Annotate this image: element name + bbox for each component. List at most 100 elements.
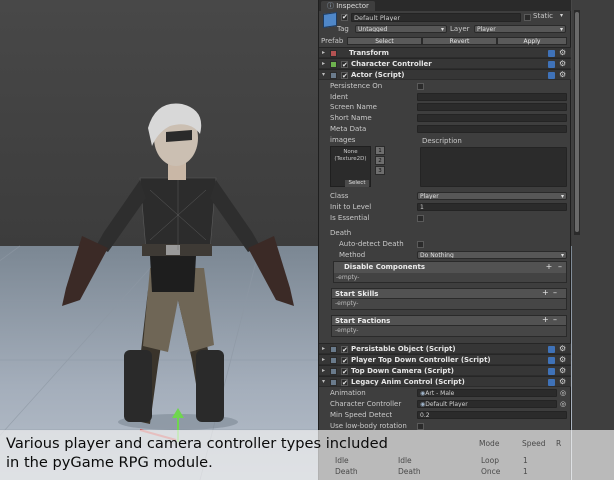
- object-name-field[interactable]: Default Player: [351, 13, 521, 22]
- object-active-checkbox[interactable]: [341, 13, 348, 21]
- meta-data-field[interactable]: [417, 125, 567, 133]
- ident-row: Ident: [319, 92, 571, 102]
- component-enabled-checkbox[interactable]: [341, 71, 348, 81]
- anim-row-mode[interactable]: Once: [481, 467, 500, 476]
- static-dropdown-icon[interactable]: ▾: [560, 12, 563, 19]
- help-book-icon[interactable]: [548, 368, 555, 375]
- fold-arrow-icon[interactable]: ▸: [322, 59, 325, 69]
- start-factions-remove-icon[interactable]: –: [553, 315, 557, 324]
- help-book-icon[interactable]: [548, 357, 555, 364]
- anim-row-speed[interactable]: 1: [523, 456, 528, 465]
- gear-icon[interactable]: ⚙: [559, 377, 566, 387]
- class-dropdown[interactable]: Player: [417, 192, 567, 200]
- component-enabled-checkbox[interactable]: [341, 367, 348, 377]
- script-icon: [330, 72, 337, 79]
- component-enabled-checkbox[interactable]: [341, 345, 348, 355]
- images-label: images: [330, 136, 356, 144]
- help-book-icon[interactable]: [548, 346, 555, 353]
- tag-label: Tag: [337, 25, 349, 33]
- ident-label: Ident: [330, 93, 348, 101]
- component-enabled-checkbox[interactable]: [341, 356, 348, 366]
- gear-icon[interactable]: ⚙: [559, 48, 566, 58]
- remove-icon[interactable]: –: [556, 263, 564, 271]
- gear-icon[interactable]: ⚙: [559, 366, 566, 376]
- caption-overlay: Mode Speed R Idle Idle Loop 1 Death Deat…: [0, 430, 614, 480]
- inspector-tab[interactable]: ⓘ Inspector: [321, 1, 375, 11]
- static-checkbox[interactable]: [524, 14, 531, 21]
- min-speed-field[interactable]: 0.2: [417, 411, 567, 419]
- layer-label: Layer: [450, 25, 470, 33]
- layer-dropdown[interactable]: Player: [474, 25, 566, 33]
- component-transform[interactable]: ▸ Transform ⚙: [319, 47, 571, 58]
- start-factions-add-icon[interactable]: +: [542, 315, 549, 324]
- low-body-checkbox[interactable]: [417, 423, 424, 430]
- init-level-label: Init to Level: [330, 203, 372, 211]
- animation-field[interactable]: ◉Art - Male: [417, 389, 557, 397]
- component-title: Persistable Object (Script): [351, 345, 456, 353]
- static-label: Static: [533, 12, 554, 20]
- anim-row-clip[interactable]: Idle: [398, 456, 412, 465]
- help-book-icon[interactable]: [548, 379, 555, 386]
- player-character[interactable]: [62, 103, 294, 431]
- anim-row-clip[interactable]: Death: [398, 467, 421, 476]
- fold-arrow-icon[interactable]: ▾: [322, 70, 325, 80]
- component-character-controller[interactable]: ▸ Character Controller ⚙: [319, 58, 571, 70]
- component-persistable-object[interactable]: ▸ Persistable Object (Script) ⚙: [319, 343, 571, 355]
- ident-field[interactable]: [417, 93, 567, 101]
- anim-speed-column-header: Speed: [522, 439, 546, 448]
- help-book-icon[interactable]: [548, 61, 555, 68]
- component-enabled-checkbox[interactable]: [341, 378, 348, 388]
- anim-row-mode[interactable]: Loop: [481, 456, 499, 465]
- add-icon[interactable]: +: [545, 263, 553, 271]
- auto-detect-checkbox[interactable]: [417, 241, 424, 248]
- texture-slot[interactable]: None (Texture2D) Select: [330, 146, 371, 187]
- texture-select-button[interactable]: Select: [345, 180, 369, 187]
- meta-data-row: Meta Data: [319, 124, 571, 134]
- object-picker-icon[interactable]: ◎: [560, 399, 566, 409]
- prefab-revert-button[interactable]: Revert: [422, 37, 497, 45]
- scrollbar-thumb[interactable]: [575, 12, 579, 232]
- char-controller-field[interactable]: ◉Default Player: [417, 400, 557, 408]
- component-player-top-down-controller[interactable]: ▸ Player Top Down Controller (Script) ⚙: [319, 354, 571, 366]
- gear-icon[interactable]: ⚙: [559, 70, 566, 80]
- gear-icon[interactable]: ⚙: [559, 355, 566, 365]
- gear-icon[interactable]: ⚙: [559, 59, 566, 69]
- component-title: Character Controller: [351, 60, 432, 68]
- image-slot-button-3[interactable]: 3: [375, 166, 385, 175]
- prefab-apply-button[interactable]: Apply: [497, 37, 567, 45]
- screen-name-label: Screen Name: [330, 103, 377, 111]
- method-dropdown[interactable]: Do Nothing: [417, 251, 567, 259]
- persistence-checkbox[interactable]: [417, 83, 424, 90]
- fold-arrow-icon[interactable]: ▾: [322, 377, 325, 387]
- short-name-field[interactable]: [417, 114, 567, 122]
- fold-arrow-icon[interactable]: ▸: [322, 48, 325, 58]
- start-skills-remove-icon[interactable]: –: [553, 288, 557, 297]
- screen-name-field[interactable]: [417, 103, 567, 111]
- component-top-down-camera[interactable]: ▸ Top Down Camera (Script) ⚙: [319, 365, 571, 377]
- texture-type-label: (Texture2D): [334, 156, 367, 162]
- gear-icon[interactable]: ⚙: [559, 344, 566, 354]
- fold-arrow-icon[interactable]: ▸: [322, 366, 325, 376]
- component-actor[interactable]: ▾ Actor (Script) ⚙: [319, 69, 571, 81]
- description-field[interactable]: [420, 147, 567, 187]
- anim-row-speed[interactable]: 1: [523, 467, 528, 476]
- start-factions-header: Start Factions: [331, 315, 567, 326]
- fold-arrow-icon[interactable]: ▸: [322, 355, 325, 365]
- char-controller-row: Character Controller ◉Default Player ◎: [319, 399, 571, 409]
- inspector-tab-bar: ⓘ Inspector: [319, 0, 571, 11]
- start-skills-add-icon[interactable]: +: [542, 288, 549, 297]
- tag-dropdown[interactable]: Untagged: [355, 25, 447, 33]
- help-book-icon[interactable]: [548, 72, 555, 79]
- meta-data-label: Meta Data: [330, 125, 367, 133]
- image-slot-button-1[interactable]: 1: [375, 146, 385, 155]
- help-book-icon[interactable]: [548, 50, 555, 57]
- class-row: Class Player: [319, 191, 571, 201]
- component-enabled-checkbox[interactable]: [341, 60, 348, 70]
- fold-arrow-icon[interactable]: ▸: [322, 344, 325, 354]
- init-level-field[interactable]: 1: [417, 203, 567, 211]
- image-slot-button-2[interactable]: 2: [375, 156, 385, 165]
- component-legacy-anim-control[interactable]: ▾ Legacy Anim Control (Script) ⚙: [319, 376, 571, 388]
- essential-checkbox[interactable]: [417, 215, 424, 222]
- prefab-select-button[interactable]: Select: [347, 37, 422, 45]
- object-picker-icon[interactable]: ◎: [560, 388, 566, 398]
